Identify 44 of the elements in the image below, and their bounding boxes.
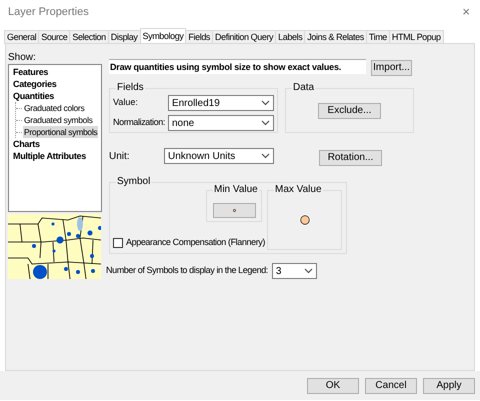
dropdown[interactable]: none — [168, 115, 274, 131]
button[interactable]: Import... — [371, 60, 412, 76]
legend-count-label: Number of Symbols to display in the Legend: — [106, 264, 268, 278]
tab[interactable]: Source — [38, 30, 70, 44]
tree-item[interactable]: Features — [12, 66, 50, 78]
tree-item[interactable]: Quantities — [12, 90, 56, 102]
dropdown[interactable]: Unknown Units — [164, 148, 274, 164]
button[interactable]: Exclude... — [318, 102, 381, 118]
dropdown[interactable]: 3 — [272, 263, 317, 279]
tab[interactable]: HTML Popup — [388, 30, 444, 44]
tab[interactable]: Definition Query — [212, 30, 276, 44]
tree-item[interactable]: Categories — [12, 78, 58, 90]
normalization-label: Normalization: — [113, 116, 166, 130]
tree-item[interactable]: Multiple Attributes — [12, 150, 87, 162]
tab[interactable]: Display — [108, 30, 140, 44]
tree-item[interactable]: Graduated symbols — [23, 114, 94, 126]
show-label: Show: — [8, 52, 37, 64]
group-title: Symbol — [116, 176, 152, 188]
window-title: Layer Properties — [8, 4, 89, 20]
tree-item[interactable]: Proportional symbols — [23, 126, 98, 138]
tab[interactable]: Labels — [275, 30, 306, 44]
dialog-button[interactable]: Apply — [423, 378, 475, 394]
checkbox[interactable] — [113, 238, 123, 248]
chevron-down-icon — [261, 153, 270, 159]
tree-item[interactable]: Charts — [12, 138, 41, 150]
chevron-down-icon — [304, 268, 313, 274]
description-field: Draw quantities using symbol size to show exact values. — [109, 58, 366, 74]
chevron-down-icon — [261, 120, 270, 126]
dialog-button[interactable]: OK — [307, 378, 359, 394]
value-label: Value: — [113, 96, 139, 110]
chevron-down-icon — [261, 100, 270, 106]
tab[interactable]: Selection — [69, 30, 109, 44]
tab[interactable]: Joins & Relates — [304, 30, 367, 44]
button[interactable]: Rotation... — [319, 150, 382, 166]
dropdown[interactable]: Enrolled19 — [168, 95, 274, 111]
tab[interactable]: Symbology — [140, 28, 186, 44]
close-button[interactable]: × — [462, 2, 470, 22]
circle-symbol-icon — [300, 215, 310, 225]
tab[interactable]: General — [4, 30, 40, 44]
unit-label: Unit: — [109, 150, 131, 164]
tree-item[interactable]: Graduated colors — [23, 102, 86, 114]
checkbox-label: Appearance Compensation (Flannery) — [126, 236, 265, 249]
dialog-button[interactable]: Cancel — [365, 378, 417, 394]
small-circle-icon — [232, 209, 236, 212]
